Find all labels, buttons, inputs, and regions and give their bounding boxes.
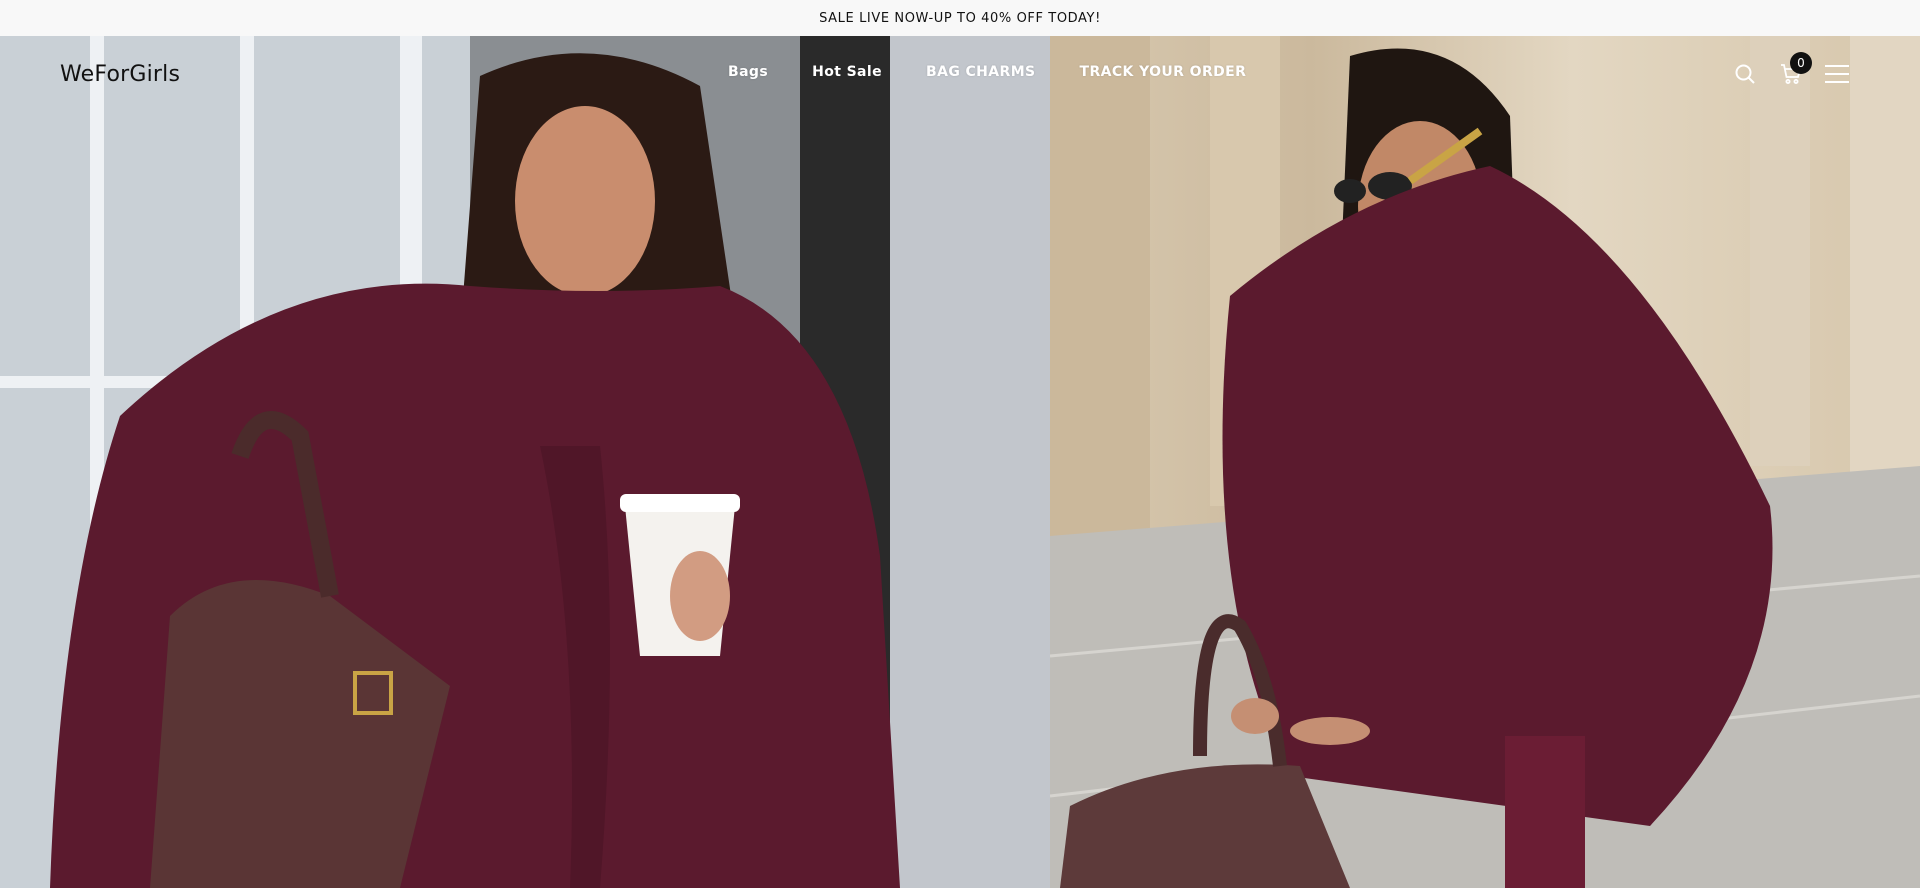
site-header: WeForGirls Bags Hot Sale BAG CHARMS TRAC… xyxy=(0,36,1920,116)
hero-banner[interactable] xyxy=(0,36,1920,888)
site-logo[interactable]: WeForGirls xyxy=(60,62,180,87)
nav-item-track-order[interactable]: TRACK YOUR ORDER xyxy=(1080,64,1247,80)
cart-button[interactable]: 0 xyxy=(1768,52,1814,90)
nav-item-bags[interactable]: Bags xyxy=(728,64,768,80)
announcement-bar: SALE LIVE NOW-UP TO 40% OFF TODAY! xyxy=(0,0,1920,36)
search-icon xyxy=(1735,64,1755,84)
header-icons: 0 xyxy=(1722,52,1860,90)
announcement-text: SALE LIVE NOW-UP TO 40% OFF TODAY! xyxy=(819,10,1101,26)
cart-count-badge: 0 xyxy=(1790,52,1812,74)
hero-image-left xyxy=(0,36,1050,888)
hamburger-menu-icon xyxy=(1825,65,1849,83)
nav-item-bag-charms[interactable]: BAG CHARMS xyxy=(926,64,1036,80)
search-button[interactable] xyxy=(1722,58,1768,90)
nav-item-hot-sale[interactable]: Hot Sale xyxy=(812,64,882,80)
main-nav: Bags Hot Sale BAG CHARMS TRACK YOUR ORDE… xyxy=(728,64,1290,80)
menu-button[interactable] xyxy=(1814,58,1860,90)
hero-image-right xyxy=(1050,36,1920,888)
